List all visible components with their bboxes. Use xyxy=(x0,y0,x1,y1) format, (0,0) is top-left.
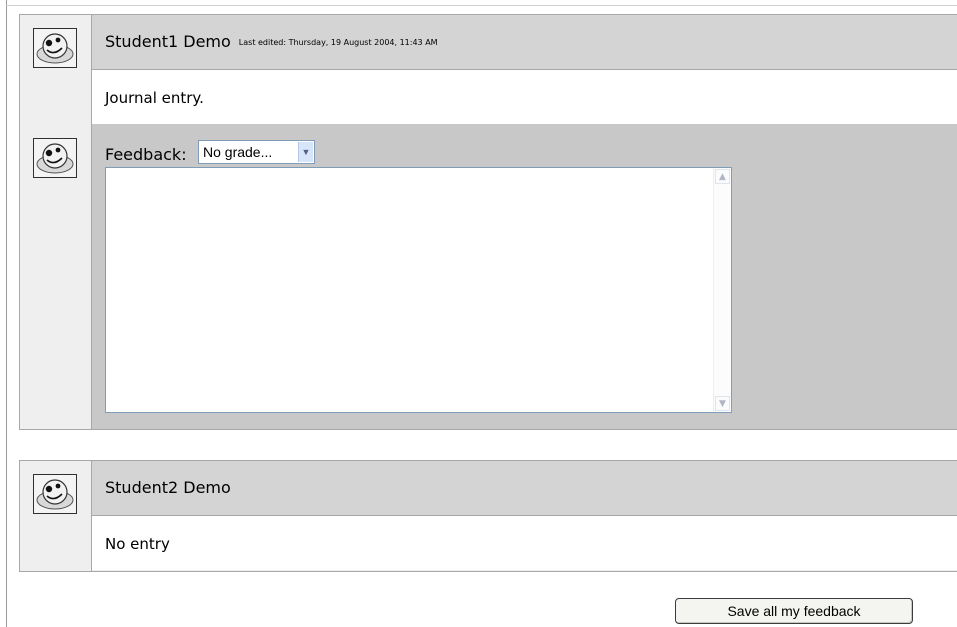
journal-entry-student2: Student2 Demo No entry xyxy=(19,460,957,572)
student-avatar[interactable] xyxy=(33,474,77,514)
chevron-down-icon[interactable]: ▼ xyxy=(298,142,313,162)
left-border-rule xyxy=(6,0,7,627)
smiley-avatar-icon xyxy=(36,143,74,174)
journal-entry-text: Journal entry. xyxy=(105,89,204,107)
last-edited-text: Last edited: Thursday, 19 August 2004, 1… xyxy=(238,38,438,47)
journal-entry-text: No entry xyxy=(105,535,170,553)
grade-select[interactable]: No grade... ▼ xyxy=(198,140,315,164)
smiley-avatar-icon xyxy=(36,479,74,510)
save-all-feedback-button[interactable]: Save all my feedback xyxy=(675,598,913,624)
journal-entry-student1: Student1 Demo Last edited: Thursday, 19 A… xyxy=(19,14,957,125)
feedback-label: Feedback: xyxy=(105,145,187,164)
grade-select-value: No grade... xyxy=(203,144,273,160)
entry-header: Student2 Demo xyxy=(92,461,957,516)
top-border-rule xyxy=(6,5,957,6)
avatar-column xyxy=(20,15,92,125)
feedback-area: Feedback: No grade... ▼ ▲ ▼ xyxy=(92,124,957,429)
smiley-avatar-icon xyxy=(36,33,74,64)
teacher-avatar-column xyxy=(20,124,92,429)
teacher-avatar[interactable] xyxy=(33,138,77,178)
entry-header: Student1 Demo Last edited: Thursday, 19 A… xyxy=(92,15,957,70)
entry-content: Journal entry. xyxy=(92,70,957,124)
student-name[interactable]: Student2 Demo xyxy=(105,478,231,497)
feedback-section: Feedback: No grade... ▼ ▲ ▼ xyxy=(19,124,957,430)
feedback-textarea[interactable]: ▲ ▼ xyxy=(105,167,732,413)
student-avatar[interactable] xyxy=(33,28,77,68)
textarea-scrollbar[interactable]: ▲ ▼ xyxy=(713,168,731,412)
avatar-column xyxy=(20,461,92,571)
scroll-up-arrow-icon[interactable]: ▲ xyxy=(715,169,730,184)
student-name-text[interactable]: Student1 Demo xyxy=(105,32,231,51)
student-name[interactable]: Student1 Demo Last edited: Thursday, 19 A… xyxy=(105,32,438,51)
student-name-text[interactable]: Student2 Demo xyxy=(105,478,231,497)
entry-content: No entry xyxy=(92,516,957,570)
scroll-down-arrow-icon[interactable]: ▼ xyxy=(715,396,730,411)
